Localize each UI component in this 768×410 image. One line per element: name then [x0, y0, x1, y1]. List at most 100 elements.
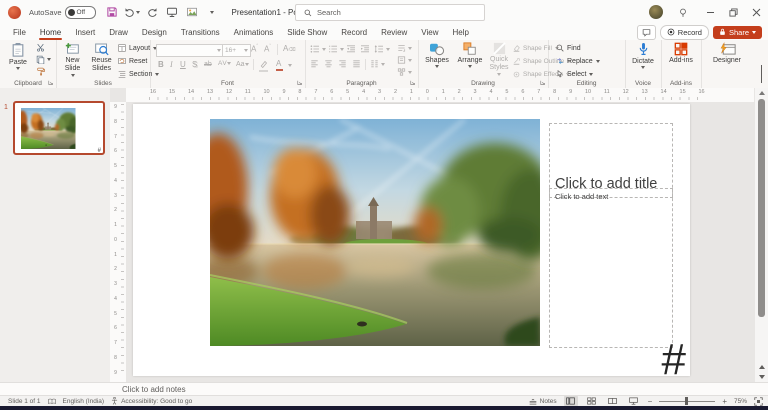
find-button[interactable]: Find	[556, 44, 581, 52]
select-button[interactable]: Select	[556, 70, 594, 78]
restore-button[interactable]	[722, 0, 745, 24]
slide-sorter-view-button[interactable]	[585, 396, 599, 406]
previous-slide-button[interactable]	[758, 365, 765, 369]
spell-check-book-icon[interactable]	[47, 398, 56, 405]
tab-animations[interactable]: Animations	[227, 24, 281, 40]
scroll-up-arrow-icon[interactable]	[758, 91, 765, 95]
whats-new-button[interactable]	[675, 3, 691, 21]
record-button[interactable]: Record	[659, 24, 709, 40]
comments-button[interactable]	[636, 24, 656, 40]
zoom-slider[interactable]	[659, 397, 716, 405]
bullets-button[interactable]	[310, 45, 326, 53]
reading-view-button[interactable]	[606, 396, 620, 406]
numbering-button[interactable]	[328, 45, 344, 53]
tab-file[interactable]: File	[6, 24, 33, 40]
line-spacing-button[interactable]	[374, 45, 390, 53]
slide-thumbnail[interactable]: #	[13, 101, 105, 155]
undo-button[interactable]	[124, 3, 140, 21]
drawing-dialog-launcher[interactable]	[540, 80, 546, 86]
bold-button[interactable]: B	[158, 61, 164, 69]
arrange-button[interactable]: Arrange	[454, 42, 486, 69]
share-button[interactable]: Share	[712, 25, 762, 39]
change-case-button[interactable]: Aa	[236, 61, 249, 68]
columns-button[interactable]	[370, 60, 385, 68]
grow-font-button[interactable]: Aˆ	[251, 45, 258, 54]
character-spacing-button[interactable]: AV	[218, 60, 232, 68]
autosave-control[interactable]: AutoSave Off	[29, 5, 96, 19]
slide-picture[interactable]	[210, 119, 540, 346]
collapse-ribbon-button[interactable]	[761, 65, 762, 84]
convert-smartart-button[interactable]	[397, 68, 412, 76]
clipboard-dialog-launcher[interactable]	[48, 80, 54, 86]
paste-button[interactable]: Paste	[6, 42, 30, 71]
save-button[interactable]	[104, 3, 120, 21]
notes-pane[interactable]: Click to add notes	[0, 382, 768, 396]
paragraph-dialog-launcher[interactable]	[410, 80, 416, 86]
font-size-combo[interactable]: 16+	[222, 44, 251, 57]
font-dialog-launcher[interactable]	[297, 80, 303, 86]
tab-help[interactable]: Help	[446, 24, 476, 40]
slideshow-view-button[interactable]	[627, 396, 641, 406]
zoom-out-button[interactable]: −	[648, 397, 653, 406]
tab-transitions[interactable]: Transitions	[174, 24, 227, 40]
underline-button[interactable]: U	[180, 61, 186, 69]
title-placeholder[interactable]: Click to add title	[549, 123, 673, 198]
accessibility-checker[interactable]: Accessibility: Good to go	[111, 397, 192, 405]
repeat-button[interactable]	[144, 3, 160, 21]
addins-button[interactable]: Add-ins	[666, 42, 696, 65]
align-right-button[interactable]	[338, 60, 347, 68]
shapes-button[interactable]: Shapes	[422, 42, 452, 69]
highlight-color-button[interactable]	[259, 60, 268, 72]
align-text-button[interactable]	[397, 56, 412, 64]
slide-indicator[interactable]: Slide 1 of 1	[8, 398, 41, 405]
dictate-button[interactable]: Dictate	[629, 42, 657, 70]
font-name-combo[interactable]	[156, 44, 224, 57]
minimize-button[interactable]	[699, 0, 722, 24]
tab-view[interactable]: View	[414, 24, 445, 40]
customize-qat-button[interactable]	[204, 3, 220, 21]
next-slide-button[interactable]	[758, 375, 765, 379]
decrease-indent-button[interactable]	[346, 45, 356, 53]
replace-button[interactable]: Replace	[556, 57, 600, 65]
reuse-slides-button[interactable]: Reuse Slides	[88, 42, 115, 74]
tab-design[interactable]: Design	[135, 24, 174, 40]
justify-button[interactable]	[352, 60, 361, 68]
align-left-button[interactable]	[310, 60, 319, 68]
slide-page-number[interactable]: #	[662, 338, 686, 382]
tab-insert[interactable]: Insert	[68, 24, 102, 40]
close-button[interactable]	[745, 0, 768, 24]
new-slide-button[interactable]: New Slide	[59, 42, 86, 77]
shrink-font-button[interactable]: Aˇ	[264, 45, 271, 54]
copy-button[interactable]	[36, 55, 51, 64]
scrollbar-thumb[interactable]	[758, 99, 765, 317]
reset-button[interactable]: Reset	[118, 57, 147, 65]
text-direction-button[interactable]	[397, 44, 412, 52]
fit-to-window-button[interactable]	[754, 396, 763, 406]
font-color-button[interactable]: A	[276, 60, 283, 71]
zoom-in-button[interactable]: +	[722, 397, 727, 406]
start-slideshow-button[interactable]	[164, 3, 180, 21]
tab-slide-show[interactable]: Slide Show	[280, 24, 334, 40]
zoom-slider-thumb[interactable]	[684, 397, 688, 405]
format-painter-button[interactable]	[36, 67, 45, 76]
cut-button[interactable]	[36, 43, 45, 52]
text-shadow-button[interactable]: S	[192, 61, 197, 69]
vertical-scrollbar[interactable]	[754, 88, 768, 383]
normal-view-button[interactable]	[563, 396, 578, 406]
increase-indent-button[interactable]	[360, 45, 370, 53]
autosave-toggle[interactable]: Off	[64, 5, 96, 19]
tab-draw[interactable]: Draw	[102, 24, 135, 40]
align-center-button[interactable]	[324, 60, 333, 68]
designer-button[interactable]: Designer	[709, 42, 745, 65]
tab-review[interactable]: Review	[374, 24, 414, 40]
tab-record[interactable]: Record	[334, 24, 374, 40]
language-indicator[interactable]: English (India)	[63, 398, 105, 405]
insert-picture-button[interactable]	[184, 3, 200, 21]
zoom-percent[interactable]: 75%	[734, 398, 747, 405]
italic-button[interactable]: I	[170, 61, 173, 69]
body-text-placeholder[interactable]: Click to add text	[549, 188, 673, 348]
notes-toggle-button[interactable]: Notes	[529, 398, 557, 405]
strikethrough-button[interactable]: ab	[204, 61, 212, 68]
clear-formatting-button[interactable]: A⌫	[283, 45, 295, 53]
account-avatar[interactable]	[649, 5, 663, 19]
